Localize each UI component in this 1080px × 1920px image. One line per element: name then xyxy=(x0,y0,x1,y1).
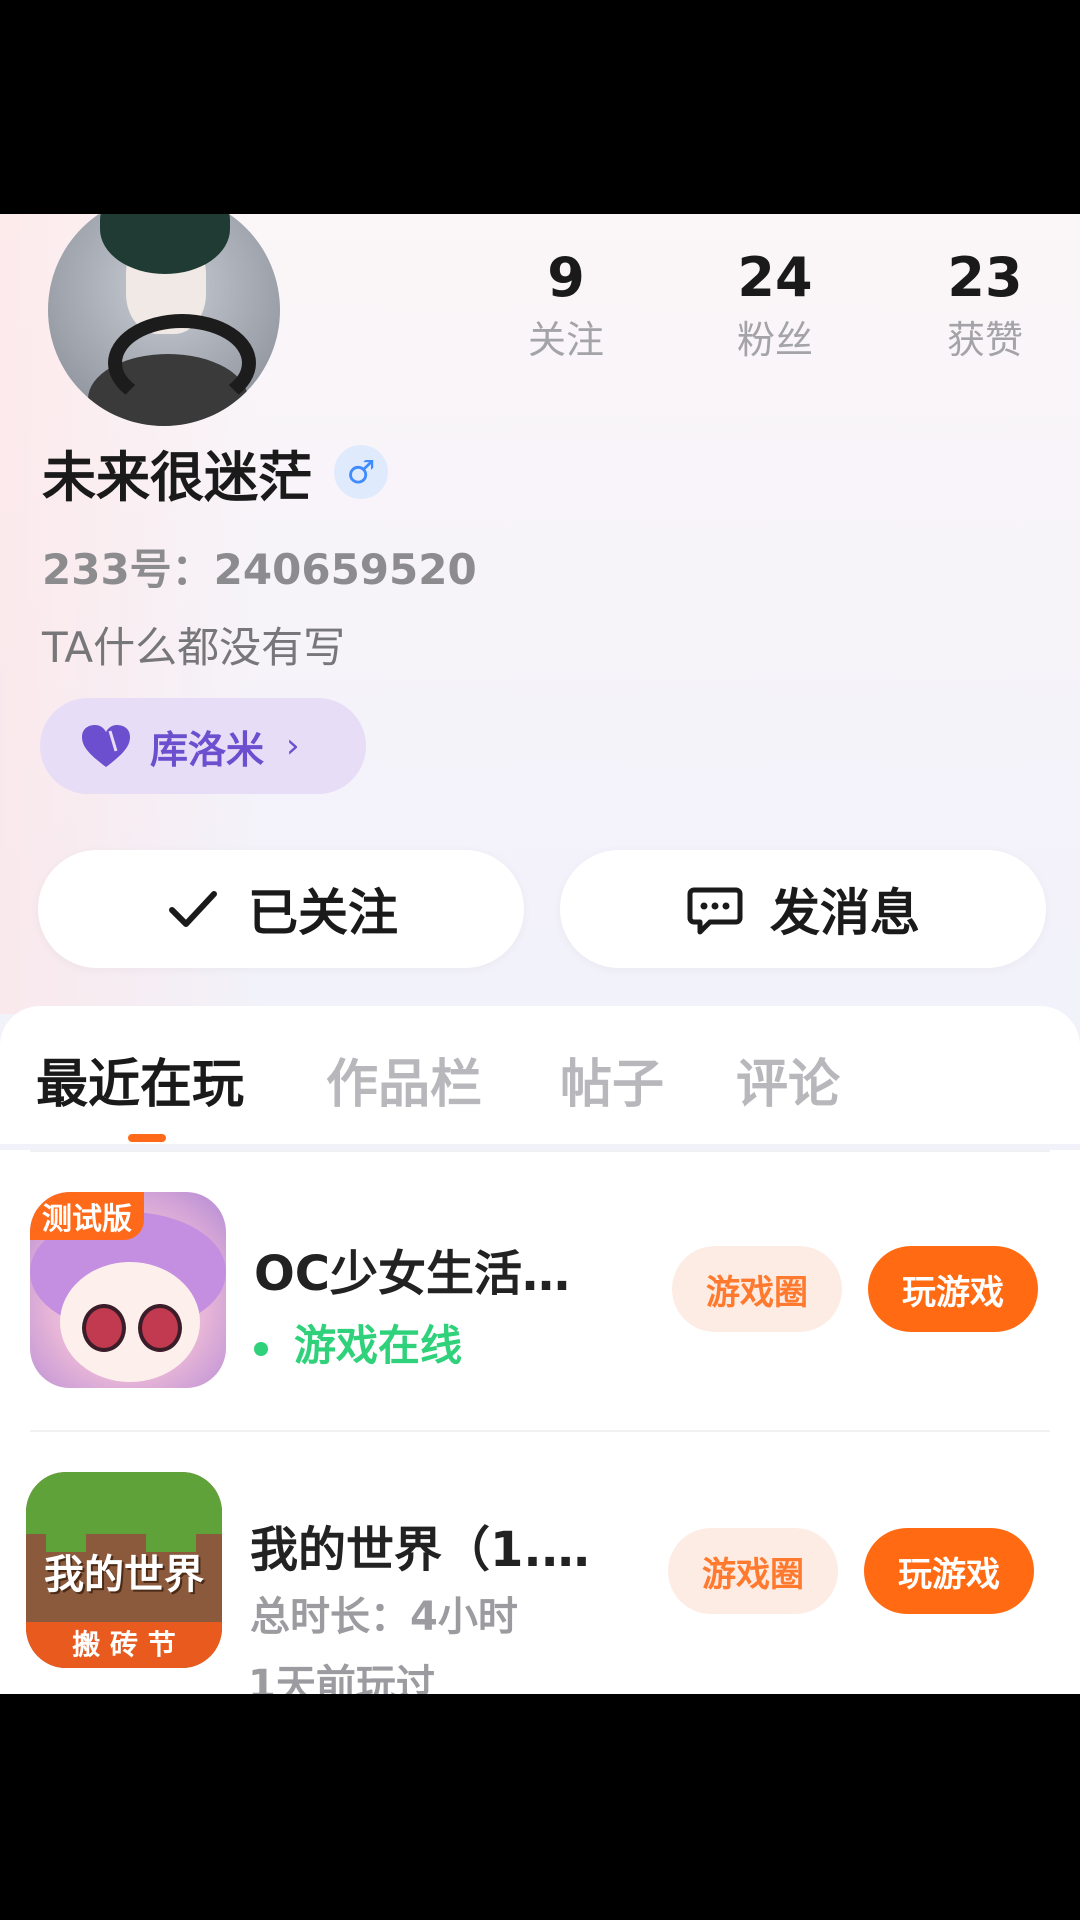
game-circle-button[interactable]: 游戏圈 xyxy=(672,1246,842,1332)
tab-comments[interactable]: 评论 xyxy=(736,1042,840,1117)
nickname-row: 未来很迷茫 ♂ xyxy=(42,436,388,509)
kuromi-tag[interactable]: 库洛米 › xyxy=(40,698,366,794)
recent-games-list: 测试版 OC少女生活… 游戏在线 游戏圈 玩游戏 我的世界 搬 砖 节 我的世界… xyxy=(0,1150,1080,1694)
oc-eye-left xyxy=(82,1304,126,1352)
stat-fans-label: 粉丝 xyxy=(736,318,813,362)
tab-bar: 最近在玩 作品栏 帖子 评论 xyxy=(0,1006,1080,1144)
avatar-headphones xyxy=(108,314,256,412)
stat-following-label: 关注 xyxy=(527,318,604,362)
play-game-button[interactable]: 玩游戏 xyxy=(864,1528,1034,1614)
game-title[interactable]: 我的世界（1.… xyxy=(250,1510,590,1580)
beta-badge: 测试版 xyxy=(30,1192,144,1240)
tab-works[interactable]: 作品栏 xyxy=(326,1042,482,1117)
check-icon xyxy=(169,891,217,927)
avatar-hair xyxy=(100,214,230,274)
game-icon-minecraft[interactable]: 我的世界 搬 砖 节 xyxy=(26,1472,222,1668)
oc-eye-right xyxy=(138,1304,182,1352)
followed-label: 已关注 xyxy=(248,884,398,942)
stat-fans[interactable]: 24 粉丝 xyxy=(700,246,850,366)
tag-label: 库洛米 xyxy=(150,727,265,772)
online-dot-icon xyxy=(254,1341,268,1356)
tab-recent-play[interactable]: 最近在玩 xyxy=(36,1042,244,1117)
mc-logo-text: 我的世界 xyxy=(44,1552,204,1598)
avatar[interactable] xyxy=(48,214,280,426)
chevron-right-icon: › xyxy=(286,726,300,766)
game-circle-button[interactable]: 游戏圈 xyxy=(668,1528,838,1614)
bio: TA什么都没有写 xyxy=(42,623,346,672)
stat-likes-value: 23 xyxy=(947,246,1023,309)
stat-likes-label: 获赞 xyxy=(946,318,1023,362)
game-icon-oc[interactable]: 测试版 xyxy=(30,1192,226,1388)
user-id: 233号：240659520 xyxy=(42,545,477,594)
stat-fans-value: 24 xyxy=(737,246,813,309)
game-last-played: 1天前玩过 xyxy=(248,1662,436,1694)
male-icon: ♂ xyxy=(334,445,388,499)
game-playtime: 总时长：4小时 xyxy=(250,1594,518,1640)
divider xyxy=(30,1430,1050,1432)
stat-following[interactable]: 9 关注 xyxy=(491,246,641,366)
online-status-label: 游戏在线 xyxy=(294,1321,463,1370)
profile-screen: 9 关注 24 粉丝 23 获赞 未来很迷茫 ♂ 233号：240659520 … xyxy=(0,214,1080,1694)
tab-posts[interactable]: 帖子 xyxy=(560,1042,664,1117)
heart-icon xyxy=(82,725,130,767)
followed-button[interactable]: 已关注 xyxy=(38,850,524,968)
stat-likes[interactable]: 23 获赞 xyxy=(910,246,1060,366)
stat-following-value: 9 xyxy=(547,246,585,309)
mc-event-banner: 搬 砖 节 xyxy=(26,1622,222,1668)
chat-bubble-icon xyxy=(687,887,743,935)
gender-symbol: ♂ xyxy=(346,453,376,491)
nickname: 未来很迷茫 xyxy=(42,445,312,509)
divider xyxy=(30,1150,1050,1152)
game-online-status: 游戏在线 xyxy=(254,1312,462,1373)
message-button[interactable]: 发消息 xyxy=(560,850,1046,968)
play-game-button[interactable]: 玩游戏 xyxy=(868,1246,1038,1332)
active-tab-indicator xyxy=(128,1134,166,1142)
message-label: 发消息 xyxy=(770,884,920,942)
game-title[interactable]: OC少女生活… xyxy=(254,1234,570,1304)
